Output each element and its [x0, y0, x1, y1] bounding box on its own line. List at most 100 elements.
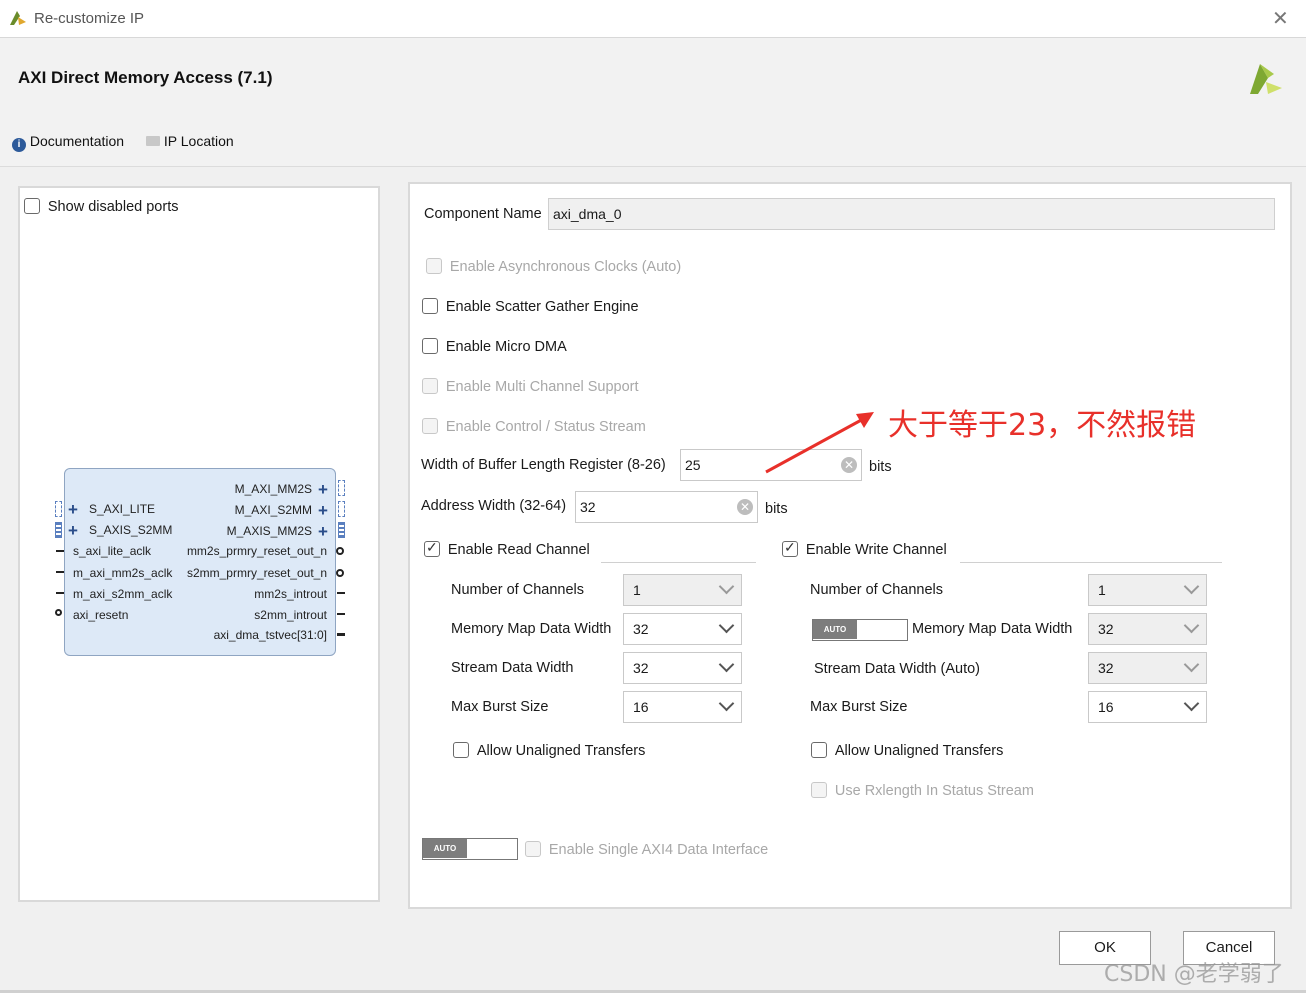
select-value: 16	[1098, 699, 1114, 715]
select-value: 16	[633, 699, 649, 715]
expand-plus-icon[interactable]: +	[318, 523, 328, 540]
ip-title: AXI Direct Memory Access (7.1)	[18, 68, 273, 87]
port-pin	[56, 592, 64, 594]
annotation-arrow	[765, 412, 874, 474]
read-channel-title: Enable Read Channel	[447, 542, 590, 558]
chevron-down-icon	[1183, 578, 1200, 595]
write-stream-width-label: Stream Data Width (Auto)	[814, 661, 980, 677]
window-title: Re-customize IP	[34, 10, 145, 27]
port-label: M_AXI_MM2S	[234, 482, 312, 496]
rxlength-label: Use Rxlength In Status Stream	[834, 783, 1034, 799]
active-low-pin-icon	[336, 569, 344, 577]
scatter-gather-checkbox[interactable]: Enable Scatter Gather Engine	[422, 298, 639, 315]
expand-plus-icon[interactable]: +	[318, 481, 328, 498]
port-label: mm2s_introut	[254, 587, 327, 601]
port-label: s2mm_prmry_reset_out_n	[186, 566, 327, 580]
expand-plus-icon[interactable]: +	[68, 522, 78, 539]
rxlength-checkbox: Use Rxlength In Status Stream	[811, 782, 1034, 799]
read-stream-width-select[interactable]: 32	[623, 652, 742, 684]
enable-write-channel-checkbox[interactable]: Enable Write Channel	[782, 541, 947, 558]
port-pin	[337, 613, 345, 615]
app-logo-icon	[10, 11, 26, 25]
bus-marker	[55, 522, 62, 538]
read-burst-select[interactable]: 16	[623, 691, 742, 723]
select-value: 32	[1098, 621, 1114, 637]
port-label: axi_dma_tstvec[31:0]	[213, 628, 327, 642]
control-status-label: Enable Control / Status Stream	[445, 419, 646, 435]
port-label: s2mm_introut	[254, 608, 327, 622]
checkbox-box	[426, 258, 442, 274]
info-icon: i	[12, 138, 26, 152]
bus-marker	[338, 501, 345, 517]
read-mm-width-select[interactable]: 32	[623, 613, 742, 645]
scatter-gather-label: Enable Scatter Gather Engine	[445, 299, 639, 315]
expand-plus-icon[interactable]: +	[68, 501, 78, 518]
checkbox-box[interactable]	[811, 742, 827, 758]
micro-dma-checkbox[interactable]: Enable Micro DMA	[422, 338, 567, 355]
read-unaligned-label: Allow Unaligned Transfers	[476, 743, 646, 759]
port-label: axi_resetn	[73, 608, 129, 622]
read-num-channels-label: Number of Channels	[451, 582, 584, 598]
checkbox-box	[525, 841, 541, 857]
write-burst-label: Max Burst Size	[810, 699, 908, 715]
async-clocks-label: Enable Asynchronous Clocks (Auto)	[449, 259, 682, 275]
buffer-length-value: 25	[685, 457, 701, 473]
ip-location-label: IP Location	[163, 133, 234, 149]
checkbox-box	[811, 782, 827, 798]
checkbox-box[interactable]	[424, 541, 440, 557]
chevron-down-icon	[1183, 695, 1200, 712]
bus-marker	[338, 480, 345, 496]
xilinx-logo-icon	[1250, 64, 1282, 94]
port-label: s_axi_lite_aclk	[73, 544, 152, 558]
auto-toggle[interactable]: AUTO	[422, 838, 518, 860]
read-unaligned-checkbox[interactable]: Allow Unaligned Transfers	[453, 742, 645, 759]
port-pin	[56, 571, 64, 573]
checkbox-box	[422, 378, 438, 394]
port-label: S_AXIS_S2MM	[89, 523, 173, 537]
multi-channel-checkbox: Enable Multi Channel Support	[422, 378, 639, 395]
active-low-pin-icon	[55, 609, 62, 616]
write-num-channels-select: 1	[1088, 574, 1207, 606]
chevron-down-icon	[718, 578, 735, 595]
address-width-input[interactable]: 32 ✕	[575, 491, 758, 523]
write-burst-select[interactable]: 16	[1088, 691, 1207, 723]
auto-toggle[interactable]: AUTO	[812, 619, 908, 641]
write-unaligned-label: Allow Unaligned Transfers	[834, 743, 1004, 759]
write-stream-width-select: 32	[1088, 652, 1207, 684]
component-name-input[interactable]: axi_dma_0	[548, 198, 1275, 230]
component-name-value: axi_dma_0	[553, 206, 622, 222]
close-icon[interactable]: ✕	[1272, 6, 1289, 31]
write-unaligned-checkbox[interactable]: Allow Unaligned Transfers	[811, 742, 1003, 759]
address-width-value: 32	[580, 499, 596, 515]
multi-channel-label: Enable Multi Channel Support	[445, 379, 639, 395]
port-label: mm2s_prmry_reset_out_n	[186, 544, 327, 558]
bus-marker	[338, 522, 345, 538]
expand-plus-icon[interactable]: +	[318, 502, 328, 519]
checkbox-box[interactable]	[453, 742, 469, 758]
read-burst-label: Max Burst Size	[451, 699, 549, 715]
write-channel-title: Enable Write Channel	[805, 542, 947, 558]
port-label: m_axi_mm2s_aclk	[73, 566, 173, 580]
chevron-down-icon	[718, 656, 735, 673]
checkbox-box[interactable]	[422, 298, 438, 314]
divider	[960, 562, 1222, 563]
documentation-label: Documentation	[29, 133, 125, 149]
port-label: M_AXIS_MM2S	[226, 524, 312, 538]
chevron-down-icon	[1183, 656, 1200, 673]
auto-badge: AUTO	[813, 620, 857, 639]
checkbox-box[interactable]	[24, 198, 40, 214]
title-bar	[0, 0, 1306, 38]
active-low-pin-icon	[336, 547, 344, 555]
enable-read-channel-checkbox[interactable]: Enable Read Channel	[424, 541, 590, 558]
checkbox-box[interactable]	[422, 338, 438, 354]
write-mm-width-label: Memory Map Data Width	[912, 621, 1073, 637]
port-label: m_axi_s2mm_aclk	[73, 587, 173, 601]
show-disabled-ports-checkbox[interactable]: Show disabled ports	[24, 198, 178, 215]
watermark: CSDN @老学弱了	[1104, 962, 1284, 987]
address-width-label: Address Width (32-64)	[421, 498, 567, 514]
clear-icon[interactable]: ✕	[737, 499, 753, 515]
checkbox-box[interactable]	[782, 541, 798, 557]
micro-dma-label: Enable Micro DMA	[445, 339, 567, 355]
documentation-link[interactable]: i Documentation	[12, 133, 124, 152]
ip-location-link[interactable]: IP Location	[146, 133, 234, 149]
